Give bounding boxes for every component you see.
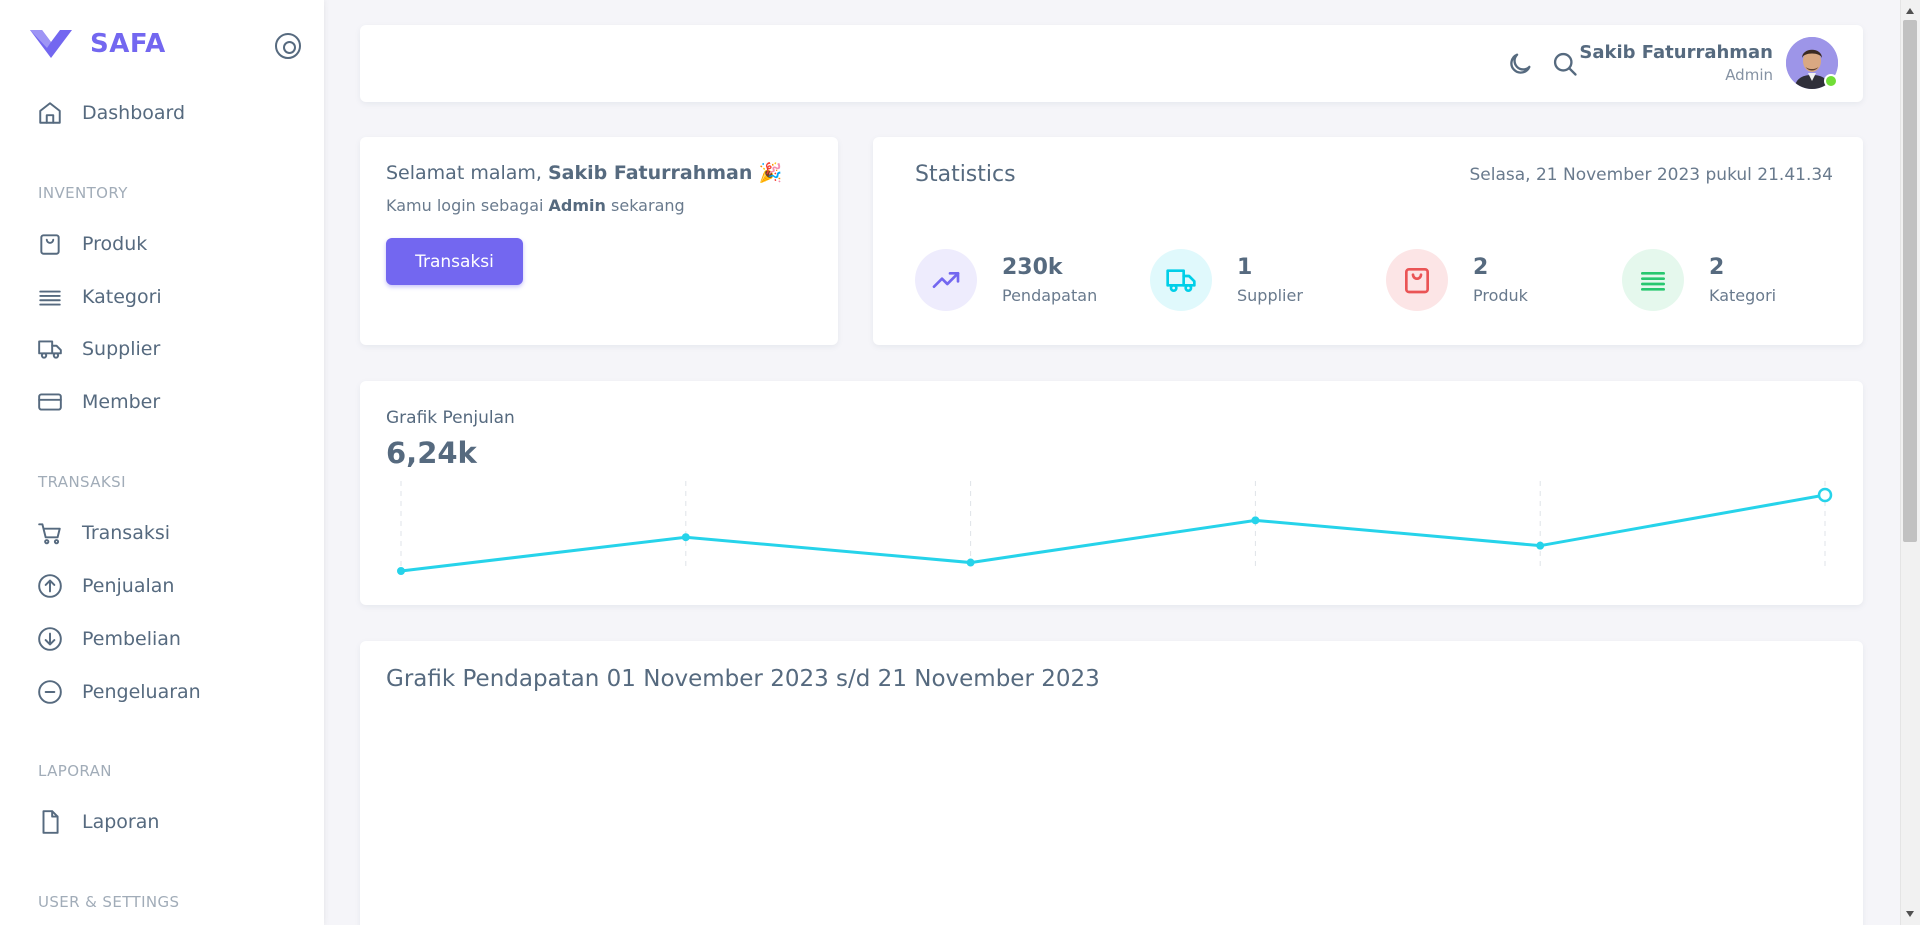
subtitle-role: Admin xyxy=(548,196,606,215)
arrow-down-circle-icon xyxy=(36,625,64,653)
sidebar-item-label: Pengeluaran xyxy=(82,681,201,703)
stat-value: 2 xyxy=(1473,255,1489,280)
revenue-chart-title: Grafik Pendapatan 01 November 2023 s/d 2… xyxy=(386,666,1100,692)
scroll-up-arrow-icon[interactable] xyxy=(1906,8,1914,14)
sales-line-chart xyxy=(397,481,1833,575)
list-icon xyxy=(1622,249,1684,311)
sidebar-item-laporan[interactable]: Laporan xyxy=(36,802,296,842)
sidebar: SAFA Dashboard INVENTORY Produk Kategori… xyxy=(0,0,324,925)
scroll-thumb[interactable] xyxy=(1903,20,1917,542)
shopping-bag-icon xyxy=(36,230,64,258)
subtitle-suffix: sekarang xyxy=(611,196,685,215)
sales-chart-value: 6,24k xyxy=(386,436,477,470)
subtitle-prefix: Kamu login sebagai xyxy=(386,196,544,215)
party-emoji: 🎉 xyxy=(758,162,783,184)
welcome-subtitle: Kamu login sebagai Admin sekarang xyxy=(386,196,685,215)
sidebar-item-penjualan[interactable]: Penjualan xyxy=(36,566,296,606)
welcome-card: Selamat malam, Sakib Faturrahman 🎉 Kamu … xyxy=(360,137,838,345)
page-scrollbar[interactable] xyxy=(1900,0,1920,925)
greeting-name: Sakib Faturrahman xyxy=(547,162,753,184)
statistics-title: Statistics xyxy=(915,162,1016,187)
sidebar-item-supplier[interactable]: Supplier xyxy=(36,329,296,369)
data-point[interactable] xyxy=(966,558,975,567)
sidebar-item-transaksi[interactable]: Transaksi xyxy=(36,513,296,553)
truck-icon xyxy=(36,335,64,363)
stat-label: Produk xyxy=(1473,286,1528,305)
truck-icon xyxy=(1150,249,1212,311)
statistics-date: Selasa, 21 November 2023 pukul 21.41.34 xyxy=(1469,165,1833,185)
sidebar-toggle-icon[interactable] xyxy=(275,33,301,59)
stat-value: 1 xyxy=(1237,255,1253,280)
sales-line xyxy=(400,493,1826,573)
stat-label: Pendapatan xyxy=(1002,286,1098,305)
scroll-down-arrow-icon[interactable] xyxy=(1906,911,1914,917)
stat-supplier: 1 Supplier xyxy=(1150,249,1380,311)
sidebar-item-label: Dashboard xyxy=(82,102,186,124)
sidebar-item-label: Supplier xyxy=(82,338,161,360)
statistics-card: Statistics Selasa, 21 November 2023 puku… xyxy=(873,137,1863,345)
sidebar-item-pengeluaran[interactable]: Pengeluaran xyxy=(36,672,296,712)
menu-header-transaksi: TRANSAKSI xyxy=(38,473,126,491)
cart-icon xyxy=(36,519,64,547)
user-role: Admin xyxy=(1725,66,1773,84)
sales-chart-title: Grafik Penjulan xyxy=(386,408,515,428)
menu-header-user-settings: USER & SETTINGS xyxy=(38,893,180,911)
arrow-up-circle-icon xyxy=(36,572,64,600)
user-name: Sakib Faturrahman xyxy=(1579,42,1773,63)
minus-circle-icon xyxy=(36,678,64,706)
sidebar-item-produk[interactable]: Produk xyxy=(36,224,296,264)
sidebar-item-label: Member xyxy=(82,391,161,413)
top-navbar: Sakib Faturrahman Admin xyxy=(360,25,1863,102)
sidebar-item-pembelian[interactable]: Pembelian xyxy=(36,619,296,659)
data-point[interactable] xyxy=(397,567,405,575)
sidebar-item-member[interactable]: Member xyxy=(36,382,296,422)
sidebar-item-dashboard[interactable]: Dashboard xyxy=(36,93,296,133)
sales-chart-card: Grafik Penjulan 6,24k xyxy=(360,381,1863,605)
stat-label: Supplier xyxy=(1237,286,1303,305)
moon-icon[interactable] xyxy=(1506,50,1534,78)
card-icon xyxy=(36,388,64,416)
sidebar-item-label: Kategori xyxy=(82,286,162,308)
sidebar-item-label: Produk xyxy=(82,233,148,255)
sidebar-item-kategori[interactable]: Kategori xyxy=(36,277,296,317)
trending-up-icon xyxy=(915,249,977,311)
menu-header-laporan: LAPORAN xyxy=(38,762,112,780)
sidebar-item-label: Transaksi xyxy=(82,522,171,544)
stat-pendapatan: 230k Pendapatan xyxy=(915,249,1145,311)
revenue-chart-card: Grafik Pendapatan 01 November 2023 s/d 2… xyxy=(360,641,1863,925)
sidebar-item-label: Penjualan xyxy=(82,575,175,597)
brand-name: SAFA xyxy=(90,29,166,59)
brand-logo[interactable]: SAFA xyxy=(28,28,166,60)
sidebar-item-label: Laporan xyxy=(82,811,160,833)
welcome-greeting: Selamat malam, Sakib Faturrahman 🎉 xyxy=(386,161,782,184)
greeting-text: Selamat malam, xyxy=(386,162,542,184)
file-icon xyxy=(36,808,64,836)
stat-kategori: 2 Kategori xyxy=(1622,249,1852,311)
data-point[interactable] xyxy=(1536,541,1545,550)
menu-header-inventory: INVENTORY xyxy=(38,184,128,202)
data-point[interactable] xyxy=(681,533,690,542)
online-status-dot xyxy=(1824,74,1838,88)
stat-value: 2 xyxy=(1709,255,1725,280)
logo-icon xyxy=(30,30,72,58)
sidebar-item-label: Pembelian xyxy=(82,628,181,650)
stat-produk: 2 Produk xyxy=(1386,249,1616,311)
data-point[interactable] xyxy=(1817,487,1833,503)
stat-value: 230k xyxy=(1002,255,1063,280)
search-icon[interactable] xyxy=(1551,50,1579,78)
stat-label: Kategori xyxy=(1709,286,1777,305)
shopping-bag-icon xyxy=(1386,249,1448,311)
transaksi-button[interactable]: Transaksi xyxy=(386,238,523,285)
list-icon xyxy=(36,283,64,311)
home-icon xyxy=(36,99,64,127)
data-point[interactable] xyxy=(1251,516,1260,525)
